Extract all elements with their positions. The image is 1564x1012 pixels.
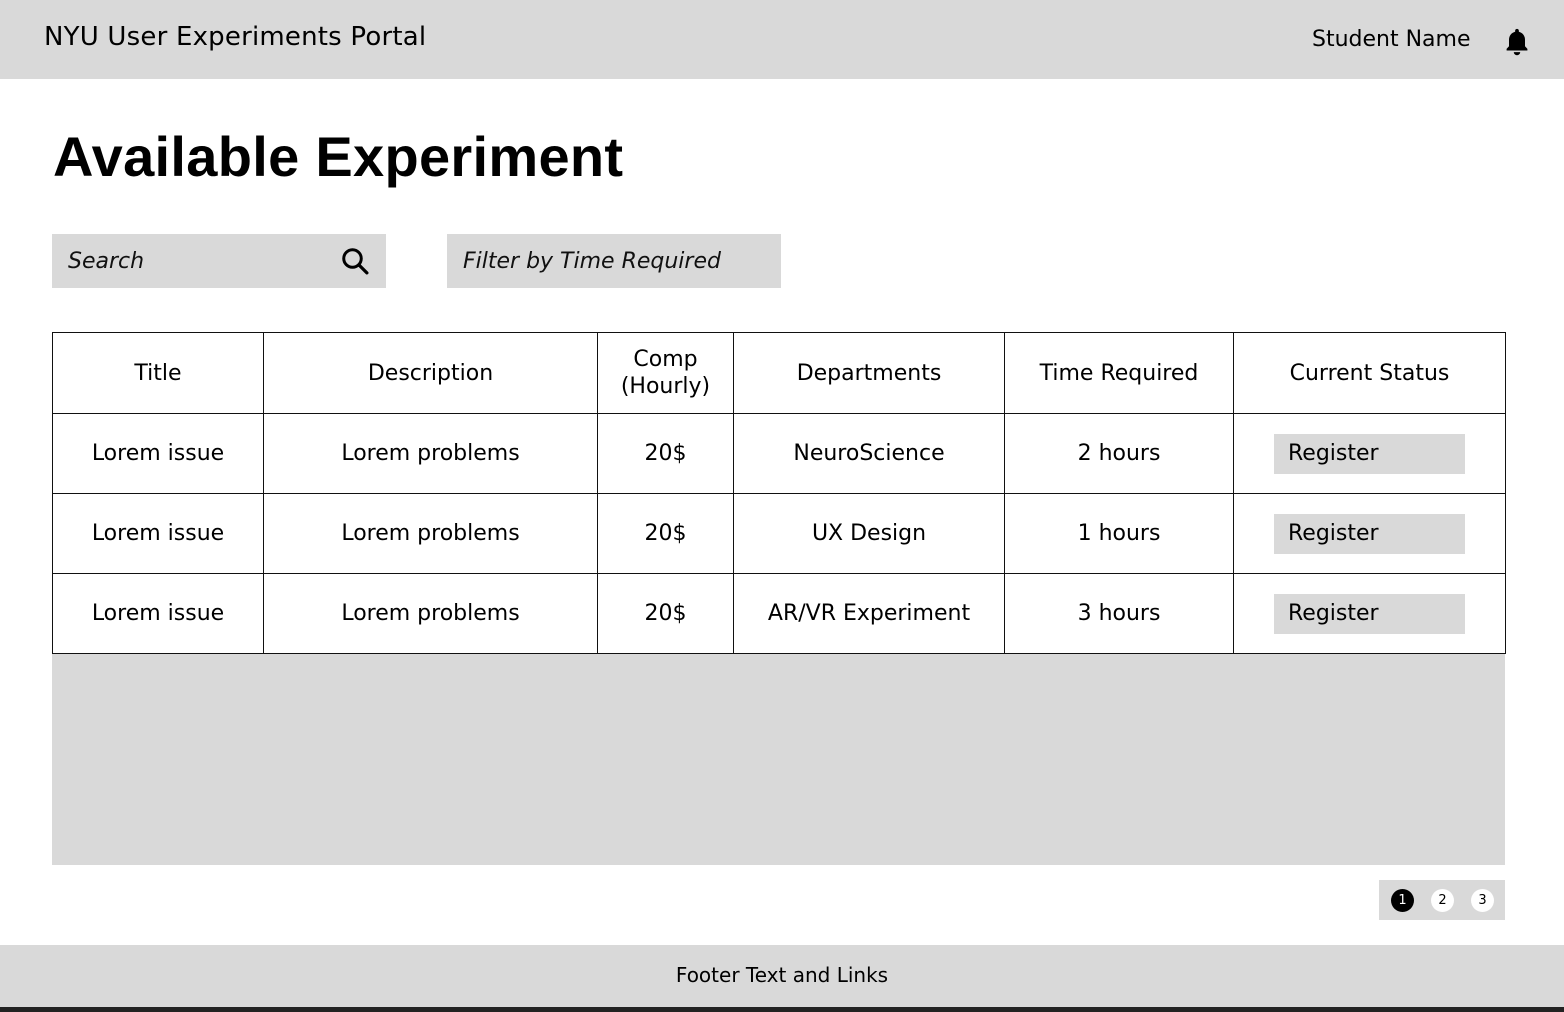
register-button[interactable]: Register xyxy=(1274,593,1465,634)
app-title[interactable]: NYU User Experiments Portal xyxy=(44,22,426,52)
user-name[interactable]: Student Name xyxy=(1312,27,1471,52)
experiments-table: Title Description Comp (Hourly) Departme… xyxy=(52,332,1506,654)
column-header-comp[interactable]: Comp (Hourly) xyxy=(597,332,734,414)
cell-description: Lorem problems xyxy=(263,573,598,654)
cell-time-required: 3 hours xyxy=(1004,573,1234,654)
cell-time-required: 2 hours xyxy=(1004,413,1234,494)
footer: Footer Text and Links xyxy=(0,945,1564,1007)
cell-comp: 20$ xyxy=(597,573,734,654)
time-filter-input[interactable] xyxy=(447,234,781,288)
bottom-edge xyxy=(0,1007,1564,1012)
cell-department: UX Design xyxy=(733,493,1005,574)
cell-status: Register xyxy=(1233,493,1506,574)
pagination: 1 2 3 xyxy=(1379,880,1505,920)
cell-title: Lorem issue xyxy=(52,573,264,654)
cell-department: AR/VR Experiment xyxy=(733,573,1005,654)
column-header-time-required[interactable]: Time Required xyxy=(1004,332,1234,414)
column-header-departments[interactable]: Departments xyxy=(733,332,1005,414)
table-row: Lorem issue Lorem problems 20$ UX Design… xyxy=(52,493,1506,574)
cell-title: Lorem issue xyxy=(52,413,264,494)
footer-links[interactable]: Footer Text and Links xyxy=(676,963,888,987)
cell-description: Lorem problems xyxy=(263,493,598,574)
search-box xyxy=(52,234,386,288)
column-header-current-status[interactable]: Current Status xyxy=(1233,332,1506,414)
filter-box xyxy=(447,234,781,288)
top-bar: NYU User Experiments Portal Student Name xyxy=(0,0,1564,79)
page-button-3[interactable]: 3 xyxy=(1471,889,1494,912)
column-header-description[interactable]: Description xyxy=(263,332,598,414)
cell-title: Lorem issue xyxy=(52,493,264,574)
cell-status: Register xyxy=(1233,413,1506,494)
page-title: Available Experiment xyxy=(53,125,624,188)
table-row: Lorem issue Lorem problems 20$ NeuroScie… xyxy=(52,413,1506,494)
page-button-2[interactable]: 2 xyxy=(1431,889,1454,912)
column-header-title[interactable]: Title xyxy=(52,332,264,414)
search-icon[interactable] xyxy=(340,246,370,276)
table-row: Lorem issue Lorem problems 20$ AR/VR Exp… xyxy=(52,573,1506,654)
cell-department: NeuroScience xyxy=(733,413,1005,494)
cell-description: Lorem problems xyxy=(263,413,598,494)
register-button[interactable]: Register xyxy=(1274,433,1465,474)
register-button[interactable]: Register xyxy=(1274,513,1465,554)
bell-icon[interactable] xyxy=(1501,26,1533,58)
cell-time-required: 1 hours xyxy=(1004,493,1234,574)
cell-comp: 20$ xyxy=(597,413,734,494)
search-input[interactable] xyxy=(52,234,332,288)
cell-status: Register xyxy=(1233,573,1506,654)
table-header-row: Title Description Comp (Hourly) Departme… xyxy=(52,332,1506,414)
cell-comp: 20$ xyxy=(597,493,734,574)
page-button-1[interactable]: 1 xyxy=(1391,889,1414,912)
